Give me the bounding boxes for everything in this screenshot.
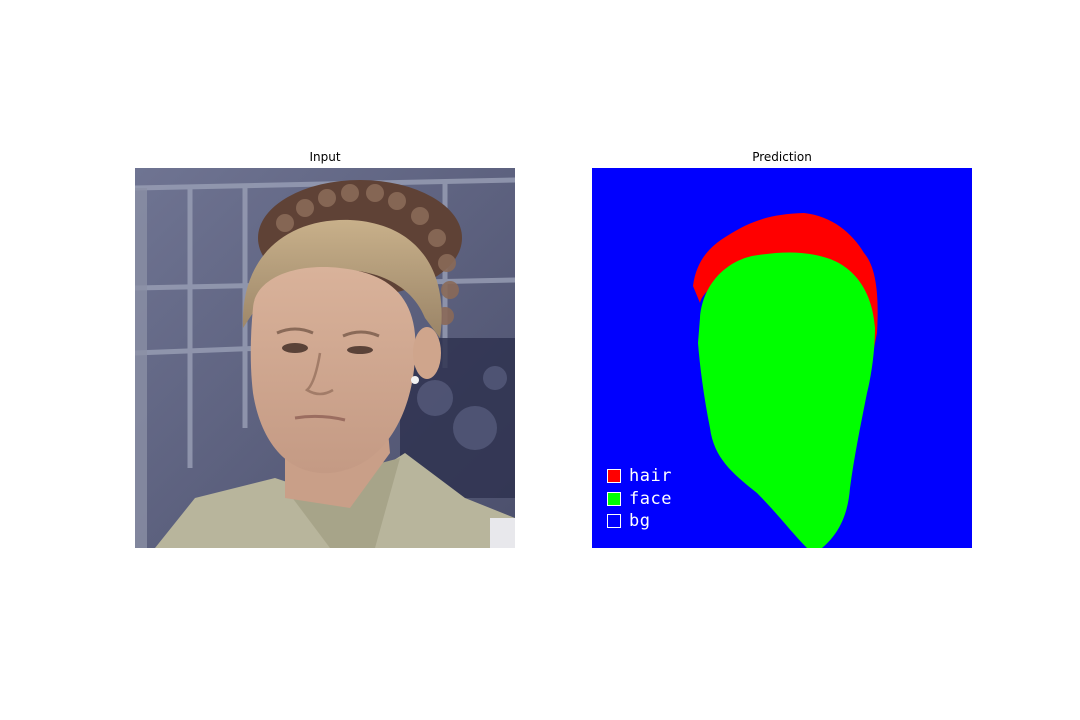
legend-label-face: face xyxy=(629,488,672,509)
prediction-panel-title: Prediction xyxy=(752,150,812,164)
input-image xyxy=(135,168,515,548)
input-panel-title: Input xyxy=(309,150,341,164)
legend-swatch-bg xyxy=(607,514,621,529)
legend-swatch-face xyxy=(607,491,621,506)
prediction-mask: hair face bg xyxy=(592,168,972,548)
legend-item-face: face xyxy=(607,488,672,511)
legend-label-bg: bg xyxy=(629,511,651,532)
legend-label-hair: hair xyxy=(629,466,672,487)
legend-swatch-hair xyxy=(607,469,621,484)
legend-item-bg: bg xyxy=(607,510,672,533)
legend-item-hair: hair xyxy=(607,465,672,488)
legend: hair face bg xyxy=(607,465,672,533)
